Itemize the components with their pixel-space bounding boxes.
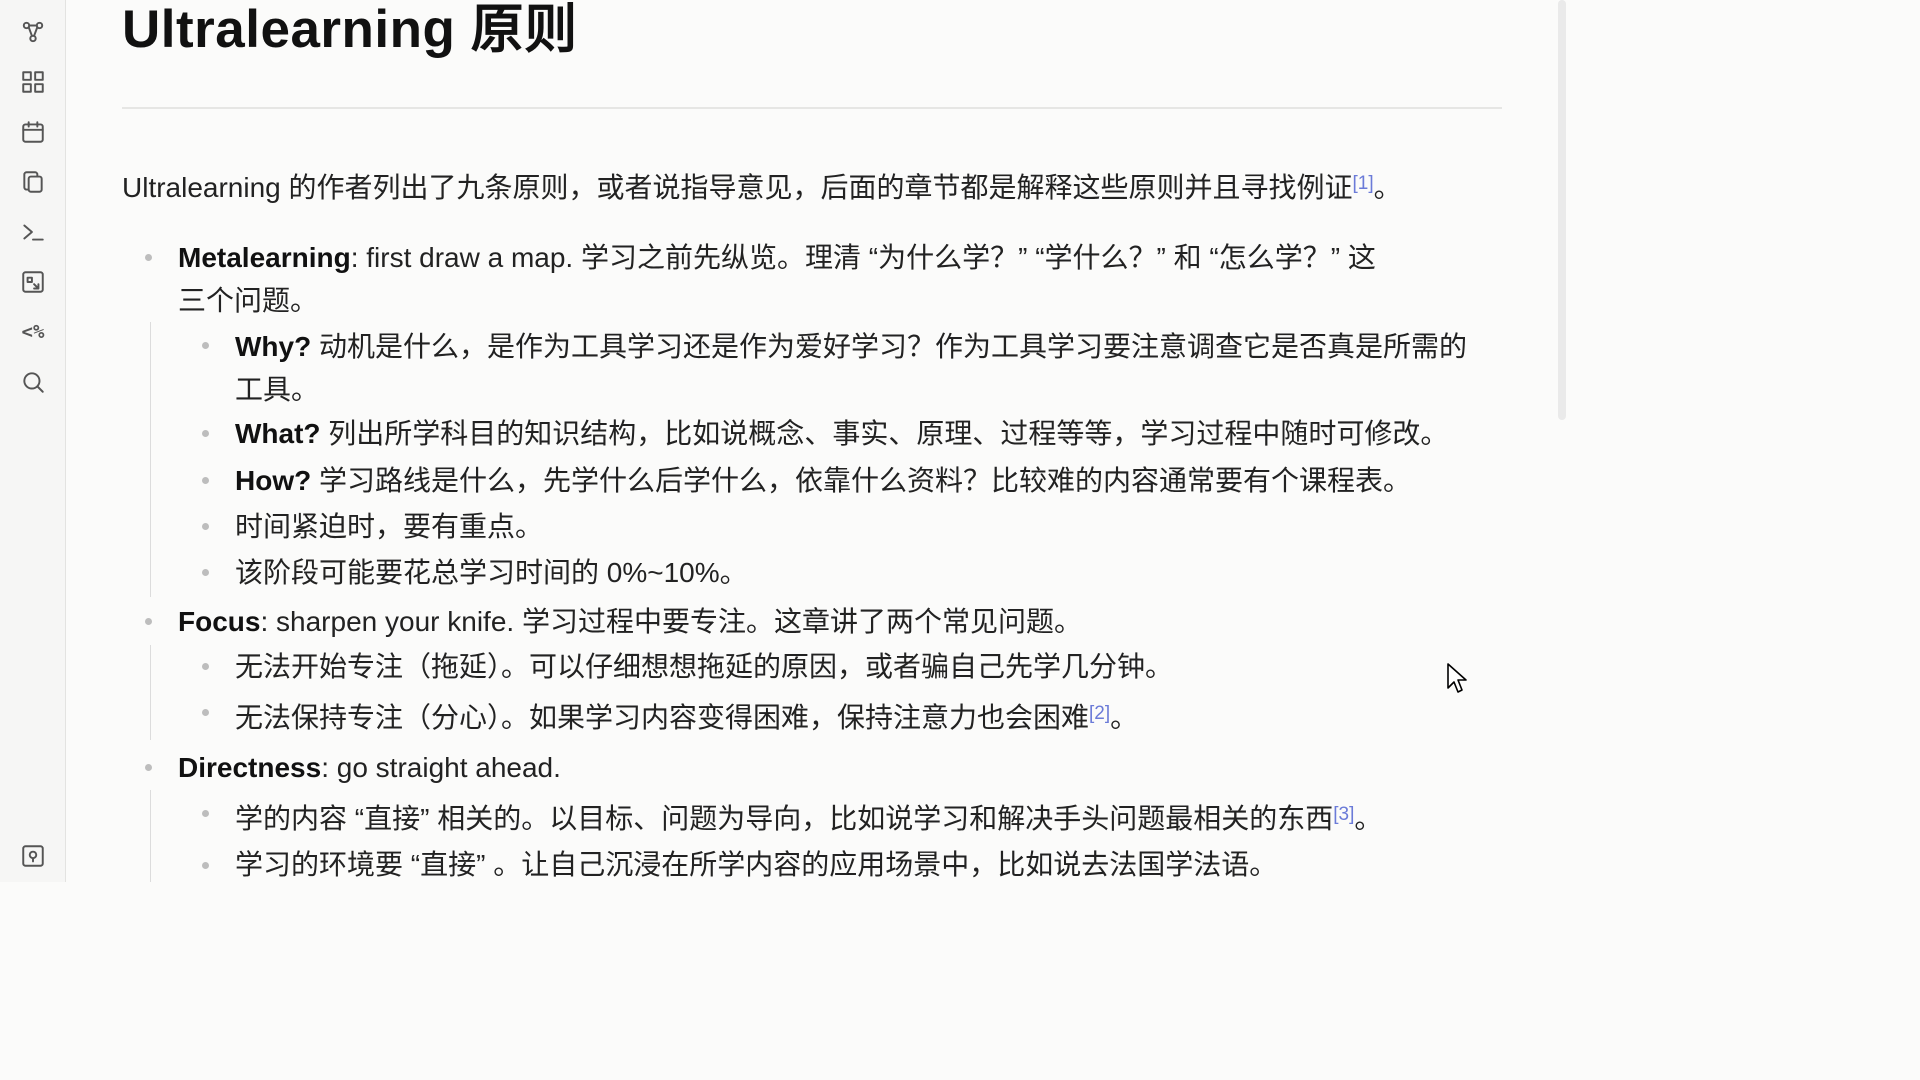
- footnote-link[interactable]: [2]: [1089, 703, 1110, 724]
- item-text: 学习路线是什么，先学什么后学什么，依靠什么资料？比较难的内容通常要有个课程表。: [311, 465, 1412, 496]
- item-text: : first draw a map. 学习之前先纵览。理清 “为什么学？” “…: [350, 242, 1376, 273]
- canvas-icon[interactable]: [19, 268, 47, 296]
- divider: [122, 107, 1502, 109]
- bullet: [202, 477, 209, 484]
- item-text-cont: 工具。: [235, 374, 320, 405]
- item-text: 动机是什么，是作为工具学习还是作为爱好学习？作为工具学习要注意调查它是否真是所需…: [311, 331, 1468, 362]
- list-item-direct-sub1: 学的内容 “直接” 相关的。以目标、问题为导向，比如说学习和解决手头问题最相关的…: [235, 797, 1382, 840]
- scrollbar-thumb[interactable]: [1558, 0, 1566, 420]
- item-text: 无法开始专注（拖延）。可以仔细想想拖延的原因，或者骗自己先学几分钟。: [235, 651, 1174, 682]
- list-item-focus-sub2: 无法保持专注（分心）。如果学习内容变得困难，保持注意力也会困难[2]。: [235, 696, 1138, 739]
- bullet: [202, 709, 209, 716]
- footnote-link[interactable]: [1]: [1353, 173, 1374, 194]
- bullet: [202, 810, 209, 817]
- page-title: Ultralearning 原则: [122, 0, 578, 59]
- left-ribbon: <%: [0, 0, 66, 882]
- item-label: Why?: [235, 331, 312, 362]
- item-text: : go straight ahead.: [321, 752, 561, 783]
- item-label: Metalearning: [178, 242, 351, 273]
- indent-guide: [150, 322, 151, 597]
- list-item-what: What? 列出所学科目的知识结构，比如说概念、事实、原理、过程等等，学习过程中…: [235, 412, 1448, 455]
- command-palette-icon[interactable]: [19, 218, 47, 246]
- item-text-cont: 三个问题。: [178, 285, 319, 316]
- graph-view-icon[interactable]: [19, 18, 47, 46]
- bullet: [145, 254, 152, 261]
- list-item-metalearning: Metalearning: first draw a map. 学习之前先纵览。…: [178, 236, 1508, 322]
- list-item-focus: Focus: sharpen your knife. 学习过程中要专注。这章讲了…: [178, 600, 1082, 643]
- list-item-time: 时间紧迫时，要有重点。: [235, 505, 543, 548]
- item-text: 学的内容 “直接” 相关的。以目标、问题为导向，比如说学习和解决手头问题最相关的…: [235, 803, 1334, 834]
- list-item-focus-sub1: 无法开始专注（拖延）。可以仔细想想拖延的原因，或者骗自己先学几分钟。: [235, 645, 1173, 688]
- list-item-why: Why? 动机是什么，是作为工具学习还是作为爱好学习？作为工具学习要注意调查它是…: [235, 325, 1495, 411]
- item-label: Focus: [178, 606, 261, 637]
- mouse-cursor-icon: [1447, 663, 1467, 693]
- intro-paragraph: Ultralearning 的作者列出了九条原则，或者说指导意见，后面的章节都是…: [122, 166, 1402, 210]
- indent-guide: [150, 790, 151, 882]
- item-text: : sharpen your knife. 学习过程中要专注。这章讲了两个常见问…: [260, 606, 1082, 637]
- item-label: How?: [235, 465, 312, 496]
- bullet: [202, 430, 209, 437]
- list-item-directness: Directness: go straight ahead.: [178, 746, 561, 789]
- footnote-link[interactable]: [3]: [1333, 804, 1354, 825]
- bullet: [145, 618, 152, 625]
- copy-files-icon[interactable]: [19, 168, 47, 196]
- bullet: [202, 569, 209, 576]
- help-icon[interactable]: [19, 842, 47, 870]
- item-end: 。: [1110, 702, 1139, 733]
- item-text: 无法保持专注（分心）。如果学习内容变得困难，保持注意力也会困难: [235, 702, 1090, 733]
- item-end: 。: [1354, 803, 1383, 834]
- item-text: 列出所学科目的知识结构，比如说概念、事实、原理、过程等等，学习过程中随时可修改。: [320, 418, 1449, 449]
- bullet: [202, 342, 209, 349]
- item-text: 该阶段可能要花总学习时间的 0%~10%。: [235, 557, 748, 588]
- list-item-how: How? 学习路线是什么，先学什么后学什么，依靠什么资料？比较难的内容通常要有个…: [235, 459, 1411, 502]
- dashboard-grid-icon[interactable]: [19, 68, 47, 96]
- bullet: [202, 523, 209, 530]
- template-glyph: <%: [21, 321, 45, 343]
- list-item-stage: 该阶段可能要花总学习时间的 0%~10%。: [235, 551, 748, 594]
- item-text: 时间紧迫时，要有重点。: [235, 511, 544, 542]
- search-icon[interactable]: [19, 368, 47, 396]
- template-icon[interactable]: <%: [19, 318, 47, 346]
- calendar-icon[interactable]: [19, 118, 47, 146]
- bullet: [202, 862, 209, 869]
- list-item-direct-sub2: 学习的环境要 “直接” 。让自己沉浸在所学内容的应用场景中，比如说去法国学法语。: [235, 843, 1277, 886]
- item-label: Directness: [178, 752, 322, 783]
- intro-end: 。: [1373, 172, 1402, 203]
- bullet: [202, 663, 209, 670]
- indent-guide: [150, 645, 151, 740]
- item-label: What?: [235, 418, 321, 449]
- intro-text: Ultralearning 的作者列出了九条原则，或者说指导意见，后面的章节都是…: [122, 172, 1353, 203]
- bullet: [145, 764, 152, 771]
- item-text: 学习的环境要 “直接” 。让自己沉浸在所学内容的应用场景中，比如说去法国学法语。: [235, 849, 1278, 880]
